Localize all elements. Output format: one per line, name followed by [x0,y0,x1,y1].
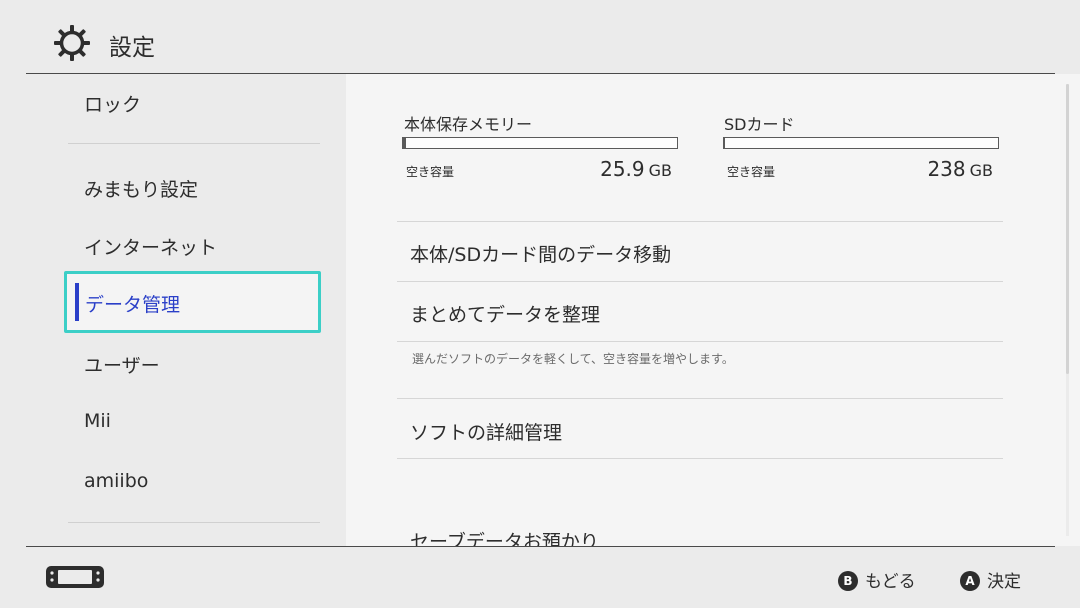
b-button-icon: B [838,571,858,591]
organize-data-description: 選んだソフトのデータを軽くして、空き容量を増やします。 [412,352,734,366]
a-button-icon: A [960,571,980,591]
content-divider [397,281,1003,282]
sidebar-item-amiibo[interactable]: amiibo [84,470,148,492]
header: 設定 [0,0,1080,74]
content-divider [397,221,1003,222]
system-memory-used [403,138,406,148]
confirm-label: 決定 [987,572,1021,592]
content-panel: 本体保存メモリー 空き容量 25.9 GB SDカード 空き容量 238 GB 本体… [346,74,1080,546]
menu-item-software-management[interactable]: ソフトの詳細管理 [410,418,562,445]
sd-card-free-unit: GB [969,161,993,180]
scrollbar-thumb[interactable] [1066,84,1069,374]
sidebar-item-internet[interactable]: インターネット [84,233,217,260]
sidebar-item-mii[interactable]: Mii [84,410,111,432]
system-memory-title: 本体保存メモリー [404,115,533,134]
sd-card-used [724,138,726,148]
sd-card-free-label: 空き容量 [727,165,776,179]
sd-card-free-value: 238 GB [873,157,993,181]
content-divider [397,341,1003,342]
sidebar-divider [68,143,320,144]
content-divider [397,458,1003,459]
system-memory-free-label: 空き容量 [406,165,455,179]
system-memory-free-number: 25.9 [600,157,645,181]
sidebar-item-label: データ管理 [85,294,181,316]
gear-icon [54,25,90,61]
sd-card-title: SDカード [724,115,795,134]
sidebar-item-data-management[interactable]: データ管理 [64,271,321,333]
menu-item-move-data[interactable]: 本体/SDカード間のデータ移動 [410,240,671,267]
page-title: 設定 [109,35,155,61]
content-divider [397,398,1003,399]
back-hint[interactable]: B もどる [838,567,916,592]
confirm-hint[interactable]: A 決定 [960,567,1021,592]
system-memory-free-unit: GB [648,161,672,180]
menu-item-organize-data[interactable]: まとめてデータを整理 [410,300,600,327]
sidebar-divider [68,522,320,523]
selection-indicator [75,283,79,321]
footer: B もどる A 決定 [0,547,1080,608]
system-memory-free-value: 25.9 GB [552,157,672,181]
sd-card-bar [723,137,999,149]
menu-item-save-data-cloud[interactable]: セーブデータお預かり [410,527,599,546]
system-memory-bar [402,137,678,149]
console-icon [46,566,104,588]
scrollbar[interactable] [1066,84,1069,536]
sidebar-item-users[interactable]: ユーザー [84,351,160,378]
sidebar-item-lock[interactable]: ロック [84,90,141,117]
sidebar-item-parental-controls[interactable]: みまもり設定 [84,175,198,202]
back-label: もどる [865,572,916,592]
sd-card-free-number: 238 [927,157,966,181]
